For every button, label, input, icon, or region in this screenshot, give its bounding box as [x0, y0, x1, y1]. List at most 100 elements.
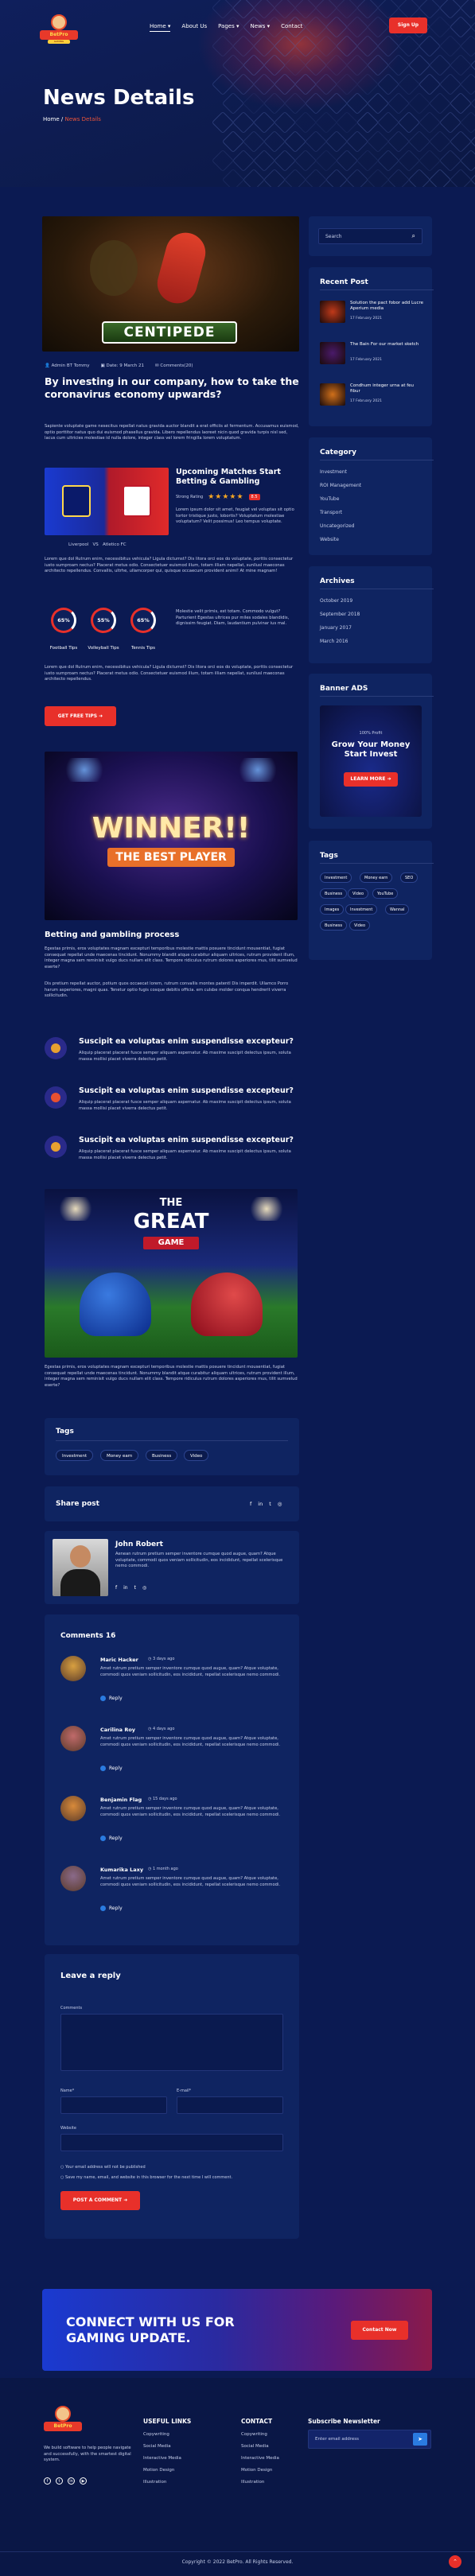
cats-item[interactable]: YouTube: [320, 496, 339, 502]
email-label: E-mail*: [177, 2088, 191, 2093]
author-photo: [53, 1539, 108, 1596]
hex-cell: [336, 35, 358, 57]
tag-chip[interactable]: Money earn: [100, 1450, 138, 1461]
tag-chip[interactable]: Video: [349, 920, 370, 931]
reply-button[interactable]: Reply: [100, 1836, 123, 1841]
hex-cell: [325, 169, 348, 187]
meta-comments[interactable]: ✉ Comments(20): [155, 363, 193, 368]
cats-item[interactable]: Website: [320, 537, 339, 542]
recent-post-thumb[interactable]: [320, 301, 345, 323]
post-comment-button[interactable]: POST A COMMENT ➜: [60, 2191, 140, 2210]
hex-cell: [419, 150, 441, 172]
nav-contact[interactable]: Contact: [281, 23, 302, 32]
send-icon[interactable]: ➤: [413, 2433, 427, 2446]
checkbox[interactable]: ○: [60, 2175, 64, 2180]
linkedin-icon[interactable]: in: [123, 1585, 127, 1591]
tag-chip[interactable]: Video: [184, 1450, 208, 1461]
contact-item[interactable]: Social Media: [241, 2444, 269, 2449]
cats-item[interactable]: Uncategorized: [320, 523, 354, 529]
linkedin-icon[interactable]: in: [258, 1501, 263, 1507]
tag-chip[interactable]: Business: [320, 920, 347, 931]
nav-home[interactable]: Home ▾: [150, 23, 170, 32]
nav-about[interactable]: About Us: [181, 23, 207, 32]
archives-item[interactable]: September 2018: [320, 612, 360, 617]
checkbox-row-2[interactable]: ○ Save my name, email, and website in th…: [60, 2175, 232, 2180]
newsletter-email-input[interactable]: Enter email address ➤: [308, 2430, 431, 2449]
useful-item[interactable]: Motion Design: [143, 2468, 174, 2473]
learn-more-button[interactable]: LEARN MORE ➜: [344, 772, 398, 787]
useful-item[interactable]: Social Media: [143, 2444, 171, 2449]
cats-item[interactable]: ROI Management: [320, 483, 361, 488]
tag-chip[interactable]: Images: [320, 904, 344, 915]
facebook-icon[interactable]: f: [115, 1585, 117, 1591]
breadcrumb-home[interactable]: Home: [43, 116, 60, 122]
email-field[interactable]: [177, 2096, 283, 2114]
archives-item[interactable]: March 2016: [320, 639, 348, 644]
banner-widget: Banner ADS 100% Profit Grow Your Money S…: [309, 674, 432, 829]
medal-inner: [51, 1043, 60, 1053]
footer-logo[interactable]: BetPro: [44, 2406, 82, 2438]
tag-chip[interactable]: Money earn: [360, 872, 392, 883]
facebook-icon[interactable]: f: [250, 1501, 251, 1507]
tag-chip[interactable]: Business: [320, 888, 347, 899]
comment-textarea[interactable]: [60, 2014, 283, 2071]
site-logo[interactable]: BetPro GAMING: [40, 14, 78, 46]
banner-ad[interactable]: 100% Profit Grow Your Money Start Invest…: [320, 705, 422, 817]
contact-item[interactable]: Motion Design: [241, 2468, 272, 2473]
recent-post-thumb[interactable]: [320, 383, 345, 406]
meta-author[interactable]: 👤 Admin BT Tommy: [45, 363, 90, 368]
tag-chip[interactable]: Business: [146, 1450, 177, 1461]
archives-item[interactable]: January 2017: [320, 625, 352, 631]
facebook-icon[interactable]: f: [44, 2477, 51, 2485]
contact-now-button[interactable]: Contact Now: [351, 2321, 408, 2340]
signup-button[interactable]: Sign Up: [389, 17, 427, 33]
instagram-icon[interactable]: ◎: [278, 1501, 282, 1507]
tag-chip[interactable]: Investment: [345, 904, 377, 915]
hex-cell: [325, 92, 348, 115]
useful-item[interactable]: Interactive Media: [143, 2456, 181, 2461]
linkedin-icon[interactable]: in: [68, 2477, 75, 2485]
avatar: [60, 1656, 86, 1681]
chevron-down-icon: ▾: [267, 23, 271, 29]
twitter-icon[interactable]: t: [56, 2477, 63, 2485]
name-field[interactable]: [60, 2096, 167, 2114]
tag-chip[interactable]: Investment: [320, 872, 352, 883]
instagram-icon[interactable]: ◎: [142, 1585, 146, 1591]
checkbox-row-1[interactable]: ○ Your email address will not be publish…: [60, 2165, 146, 2170]
nav-news[interactable]: News ▾: [250, 23, 270, 32]
contact-item[interactable]: Illustration: [241, 2480, 264, 2485]
twitter-icon[interactable]: t: [269, 1501, 271, 1507]
scroll-top-button[interactable]: ⌃: [449, 2555, 461, 2568]
search-input[interactable]: Search ⌕: [318, 228, 422, 244]
useful-item[interactable]: Illustration: [143, 2480, 166, 2485]
hex-cell: [243, 169, 265, 187]
useful-item[interactable]: Copywriting: [143, 2432, 169, 2437]
recent-post-title[interactable]: Solution the pact fobor add Lucre Aperiu…: [350, 301, 423, 312]
comment-author: Benjamin Flag: [100, 1797, 142, 1803]
get-free-tips-button[interactable]: GET FREE TIPS ➜: [45, 706, 116, 726]
search-icon[interactable]: ⌕: [412, 232, 415, 240]
reply-button[interactable]: Reply: [100, 1696, 123, 1701]
recent-post-title[interactable]: Condhum integer urna at feu fibur: [350, 383, 423, 394]
checkbox[interactable]: ○: [60, 2165, 64, 2170]
contact-item[interactable]: Copywriting: [241, 2432, 267, 2437]
website-field[interactable]: [60, 2134, 283, 2151]
nav-pages[interactable]: Pages ▾: [218, 23, 239, 32]
recent-post-title[interactable]: The Bain For our market sketch: [350, 342, 423, 348]
cats-item[interactable]: Investment: [320, 469, 347, 475]
reply-button[interactable]: Reply: [100, 1766, 123, 1771]
cats-item[interactable]: Transport: [320, 510, 342, 515]
archives-item[interactable]: October 2019: [320, 598, 352, 604]
youtube-icon[interactable]: ▶: [80, 2477, 87, 2485]
contact-item[interactable]: Interactive Media: [241, 2456, 279, 2461]
tag-chip[interactable]: Video: [348, 888, 368, 899]
tag-chip[interactable]: Investment: [56, 1450, 93, 1461]
hex-cell: [377, 0, 399, 19]
tag-chip[interactable]: Wannal: [385, 904, 409, 915]
twitter-icon[interactable]: t: [134, 1585, 136, 1591]
tag-chip[interactable]: YouTube: [372, 888, 398, 899]
recent-post-thumb[interactable]: [320, 342, 345, 364]
tag-chip[interactable]: SEO: [400, 872, 418, 883]
avatar: [60, 1866, 86, 1891]
reply-button[interactable]: Reply: [100, 1906, 123, 1911]
